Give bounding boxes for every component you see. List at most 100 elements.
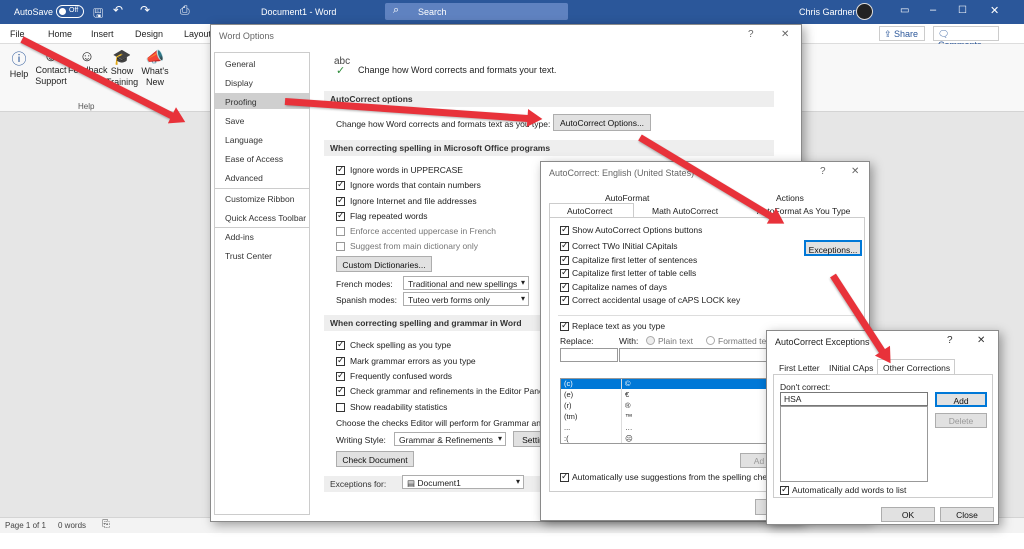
- close-button[interactable]: Close: [940, 507, 994, 522]
- readability-label: Show readability statistics: [350, 402, 448, 412]
- capitalize-cells-checkbox[interactable]: [560, 267, 569, 278]
- comments-button[interactable]: 🗨 Comments: [933, 26, 999, 50]
- nav-quick-access-toolbar[interactable]: Quick Access Toolbar: [225, 213, 306, 223]
- list-row-selected: [561, 379, 779, 389]
- enforce-french-checkbox[interactable]: [336, 227, 345, 236]
- help-icon: ⓘ: [11, 51, 27, 68]
- capitalize-sentences-checkbox[interactable]: [560, 254, 569, 265]
- french-modes-select[interactable]: Traditional and new spellings: [403, 276, 529, 290]
- list-item: ®: [625, 401, 631, 410]
- spanish-modes-select[interactable]: Tuteo verb forms only: [403, 292, 529, 306]
- close-icon[interactable]: ✕: [781, 29, 789, 40]
- tab-actions[interactable]: Actions: [776, 193, 804, 203]
- help-icon[interactable]: ?: [947, 335, 953, 346]
- exceptions-list[interactable]: [780, 406, 928, 482]
- with-input[interactable]: [619, 348, 767, 362]
- tab-initial-caps[interactable]: INitial CAps: [829, 363, 873, 373]
- tab-autocorrect[interactable]: AutoCorrect: [549, 203, 634, 217]
- nav-proofing[interactable]: Proofing: [225, 97, 257, 107]
- print-icon[interactable]: ⎙: [180, 3, 190, 18]
- add-button[interactable]: Add: [935, 392, 987, 407]
- close-icon[interactable]: ✕: [851, 166, 859, 177]
- capitalize-days-label: Capitalize names of days: [572, 282, 667, 292]
- help-button[interactable]: ⓘ Help: [6, 48, 32, 79]
- auto-suggest-checkbox[interactable]: [560, 471, 569, 482]
- redo-icon[interactable]: ↷: [140, 3, 150, 17]
- minimize-icon[interactable]: –: [930, 4, 936, 16]
- plain-text-radio[interactable]: [646, 336, 655, 345]
- editor-pane-checkbox[interactable]: [336, 385, 345, 396]
- delete-button[interactable]: Delete: [935, 413, 987, 428]
- check-spelling-checkbox[interactable]: [336, 339, 345, 350]
- avatar[interactable]: [856, 3, 873, 20]
- tab-first-letter[interactable]: First Letter: [779, 363, 820, 373]
- capitalize-days-checkbox[interactable]: [560, 281, 569, 292]
- nav-language[interactable]: Language: [225, 135, 263, 145]
- search-icon: ⌕: [393, 4, 400, 16]
- close-window-icon[interactable]: ✕: [990, 4, 999, 17]
- ok-button[interactable]: OK: [881, 507, 935, 522]
- nav-add-ins[interactable]: Add-ins: [225, 232, 254, 242]
- ignore-uppercase-checkbox[interactable]: [336, 164, 345, 175]
- options-nav: General Display Proofing Save Language E…: [214, 52, 310, 515]
- nav-ease-of-access[interactable]: Ease of Access: [225, 154, 283, 164]
- custom-dictionaries-button[interactable]: Custom Dictionaries...: [336, 256, 432, 272]
- proofing-header: Change how Word corrects and formats you…: [358, 65, 557, 75]
- tab-home[interactable]: Home: [48, 29, 72, 39]
- nav-save[interactable]: Save: [225, 116, 244, 126]
- whats-new-button[interactable]: 📣 What's New: [140, 48, 170, 88]
- ribbon-display-icon[interactable]: ▭: [900, 5, 909, 16]
- show-buttons-label: Show AutoCorrect Options buttons: [572, 225, 703, 235]
- page-count[interactable]: Page 1 of 1: [5, 521, 46, 530]
- with-column-label: With:: [619, 336, 639, 346]
- maximize-icon[interactable]: ☐: [958, 5, 967, 16]
- divider: [558, 315, 856, 316]
- section-office-spelling: When correcting spelling in Microsoft Of…: [324, 140, 774, 156]
- readability-checkbox[interactable]: [336, 403, 345, 412]
- main-dictionary-checkbox[interactable]: [336, 242, 345, 251]
- ignore-internet-checkbox[interactable]: [336, 195, 345, 206]
- check-document-button[interactable]: Check Document: [336, 451, 414, 467]
- flag-repeated-checkbox[interactable]: [336, 210, 345, 221]
- mark-grammar-checkbox[interactable]: [336, 355, 345, 366]
- document-icon: ▤: [407, 478, 418, 488]
- help-icon[interactable]: ?: [820, 166, 826, 177]
- nav-customize-ribbon[interactable]: Customize Ribbon: [225, 194, 294, 204]
- nav-trust-center[interactable]: Trust Center: [225, 251, 272, 261]
- auto-add-words-checkbox[interactable]: [780, 484, 789, 495]
- search-box[interactable]: ⌕ Search: [385, 3, 568, 20]
- caps-lock-checkbox[interactable]: [560, 294, 569, 305]
- tab-layout[interactable]: Layout: [184, 29, 211, 39]
- nav-general[interactable]: General: [225, 59, 255, 69]
- tab-design[interactable]: Design: [135, 29, 163, 39]
- save-icon[interactable]: 🖫: [93, 4, 103, 25]
- undo-icon[interactable]: ↶: [113, 3, 123, 17]
- autosave-toggle[interactable]: Off: [56, 5, 84, 18]
- close-icon[interactable]: ✕: [977, 335, 985, 346]
- formatted-text-radio[interactable]: [706, 336, 715, 345]
- replace-as-you-type-checkbox[interactable]: [560, 320, 569, 331]
- tab-math-autocorrect[interactable]: Math AutoCorrect: [652, 206, 718, 216]
- proofing-icon[interactable]: ⎘: [102, 519, 110, 530]
- help-icon[interactable]: ?: [748, 29, 754, 40]
- show-buttons-checkbox[interactable]: [560, 224, 569, 235]
- confused-words-checkbox[interactable]: [336, 370, 345, 381]
- nav-display[interactable]: Display: [225, 78, 253, 88]
- autocorrect-options-button[interactable]: AutoCorrect Options...: [553, 114, 651, 131]
- exceptions-button[interactable]: Exceptions...: [804, 240, 862, 256]
- replace-input[interactable]: [560, 348, 618, 362]
- exceptions-document-select[interactable]: ▤ Document1: [402, 475, 524, 489]
- ignore-numbers-checkbox[interactable]: [336, 179, 345, 190]
- replacement-list[interactable]: (c) © (e) € (r) ® (tm) ™ ... … :( ☹: [560, 378, 780, 444]
- tab-autoformat[interactable]: AutoFormat: [605, 193, 649, 203]
- list-item: (r): [564, 401, 572, 410]
- word-count[interactable]: 0 words: [58, 521, 86, 530]
- writing-style-select[interactable]: Grammar & Refinements: [394, 432, 506, 446]
- share-button[interactable]: ⇪ Share: [879, 26, 925, 41]
- tab-insert[interactable]: Insert: [91, 29, 114, 39]
- dont-correct-input[interactable]: HSA: [780, 392, 928, 406]
- comment-icon: 🗨: [938, 29, 950, 39]
- nav-advanced[interactable]: Advanced: [225, 173, 263, 183]
- megaphone-icon: 📣: [145, 49, 165, 66]
- correct-two-initial-checkbox[interactable]: [560, 240, 569, 251]
